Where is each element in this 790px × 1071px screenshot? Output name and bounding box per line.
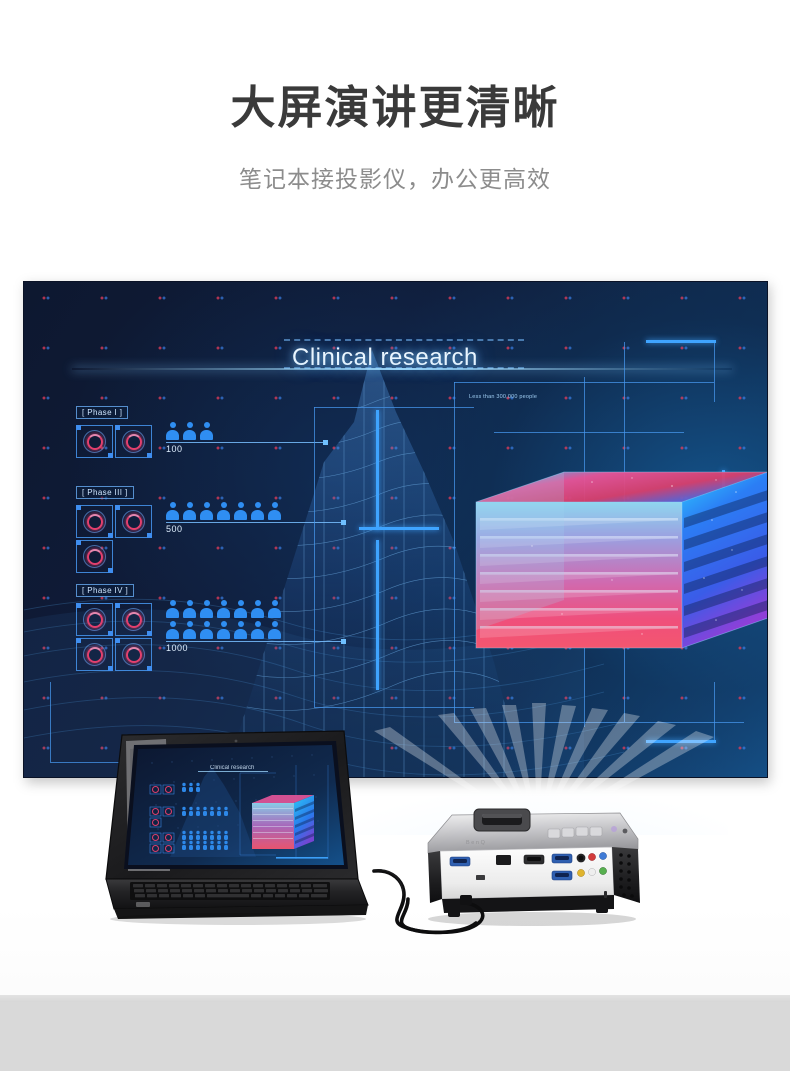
laptop-brand-badge xyxy=(136,902,150,907)
hud-horizontal-line xyxy=(454,722,744,723)
person-icon xyxy=(166,422,179,440)
phase-dials xyxy=(76,505,154,573)
hud-horizontal-line xyxy=(314,707,474,708)
phase-label: [ Phase I ] xyxy=(76,406,129,419)
hud-vertical-line xyxy=(714,342,715,402)
person-icon xyxy=(200,422,213,440)
person-icon xyxy=(268,502,281,520)
phase-row-2: [ Phase III ] xyxy=(76,482,154,573)
person-icon xyxy=(234,600,247,618)
hud-accent-bar xyxy=(376,540,379,690)
phase-label: [ Phase IV ] xyxy=(76,584,135,597)
person-icon xyxy=(183,600,196,618)
person-icon xyxy=(217,600,230,618)
projection-screen: Clinical research [ Phase I ] 100 [ Phas… xyxy=(23,281,768,778)
laptop-webcam-icon xyxy=(234,739,238,743)
person-icon xyxy=(251,600,264,618)
floor-area xyxy=(0,1002,790,1071)
hud-accent-bar xyxy=(359,527,439,530)
person-icon xyxy=(183,621,196,639)
projector-brand-text: BenQ xyxy=(466,840,486,846)
cube-3d-graphic xyxy=(475,471,767,649)
hud-accent-bar xyxy=(646,740,716,743)
header-block: 大屏演讲更清晰 笔记本接投影仪，办公更高效 xyxy=(0,0,790,194)
person-icon xyxy=(251,621,264,639)
phase-people-2: 500 xyxy=(166,502,346,534)
person-icon xyxy=(217,502,230,520)
cable-connector xyxy=(460,895,472,905)
hud-horizontal-line xyxy=(314,407,474,408)
rca-red-port xyxy=(588,853,596,861)
slide-title-light-beam xyxy=(72,368,732,370)
phase-value: 500 xyxy=(166,524,183,534)
person-icon xyxy=(268,621,281,639)
phase-dials xyxy=(76,603,154,671)
dial-gauge-icon xyxy=(76,425,113,458)
person-icon-row xyxy=(166,600,344,618)
phase-row-1: [ Phase I ] xyxy=(76,402,154,458)
person-icon xyxy=(217,621,230,639)
person-icon xyxy=(183,502,196,520)
dial-gauge-icon xyxy=(76,540,113,573)
hud-accent-bar xyxy=(646,340,716,343)
phase-people-1: 100 xyxy=(166,422,328,454)
dial-gauge-icon xyxy=(115,425,152,458)
svg-text:Clinical research: Clinical research xyxy=(210,765,254,771)
hud-vertical-line xyxy=(50,682,51,762)
slide-title-block: Clinical research xyxy=(72,339,732,378)
vga-cable xyxy=(372,869,485,935)
phase-label: [ Phase III ] xyxy=(76,486,134,499)
person-icon xyxy=(251,502,264,520)
hud-vertical-line xyxy=(314,407,315,707)
phase-axis-line xyxy=(166,520,346,525)
hud-horizontal-line xyxy=(494,432,684,433)
phase-axis-line xyxy=(166,440,328,445)
hud-vertical-line xyxy=(714,682,715,742)
dial-gauge-icon xyxy=(76,638,113,671)
phase-row-3: [ Phase IV ] xyxy=(76,580,154,671)
person-icon xyxy=(234,621,247,639)
hud-accent-bar xyxy=(376,410,379,530)
person-icon xyxy=(234,502,247,520)
person-icon-row xyxy=(166,502,344,520)
product-photo-stage: Clinical research [ Phase I ] 100 [ Phas… xyxy=(0,245,790,1071)
cube-annotation: Less than 300,000 people xyxy=(469,394,538,400)
phase-value: 100 xyxy=(166,444,183,454)
phase-value: 1000 xyxy=(166,643,189,653)
dial-gauge-icon xyxy=(76,603,113,636)
dial-gauge-icon xyxy=(76,505,113,538)
hud-vertical-line xyxy=(454,382,455,722)
slide-title-dashed-frame xyxy=(284,339,524,369)
phase-people-3: 1000 xyxy=(166,600,346,653)
phase-axis-line xyxy=(166,639,346,644)
page-title: 大屏演讲更清晰 xyxy=(230,82,560,133)
dial-gauge-icon xyxy=(115,505,152,538)
connected-port xyxy=(496,855,511,865)
person-icon xyxy=(166,502,179,520)
dial-gauge-icon xyxy=(115,638,152,671)
person-icon xyxy=(200,621,213,639)
person-icon xyxy=(166,621,179,639)
page-subtitle: 笔记本接投影仪，办公更高效 xyxy=(239,165,551,192)
person-icon xyxy=(183,422,196,440)
person-icon-row xyxy=(166,621,344,639)
person-icon-row xyxy=(166,422,326,440)
person-icon xyxy=(166,600,179,618)
person-icon xyxy=(268,600,281,618)
phase-dials xyxy=(76,425,154,458)
person-icon xyxy=(200,600,213,618)
dial-gauge-icon xyxy=(115,603,152,636)
person-icon xyxy=(200,502,213,520)
rca-blue-port xyxy=(599,852,607,860)
